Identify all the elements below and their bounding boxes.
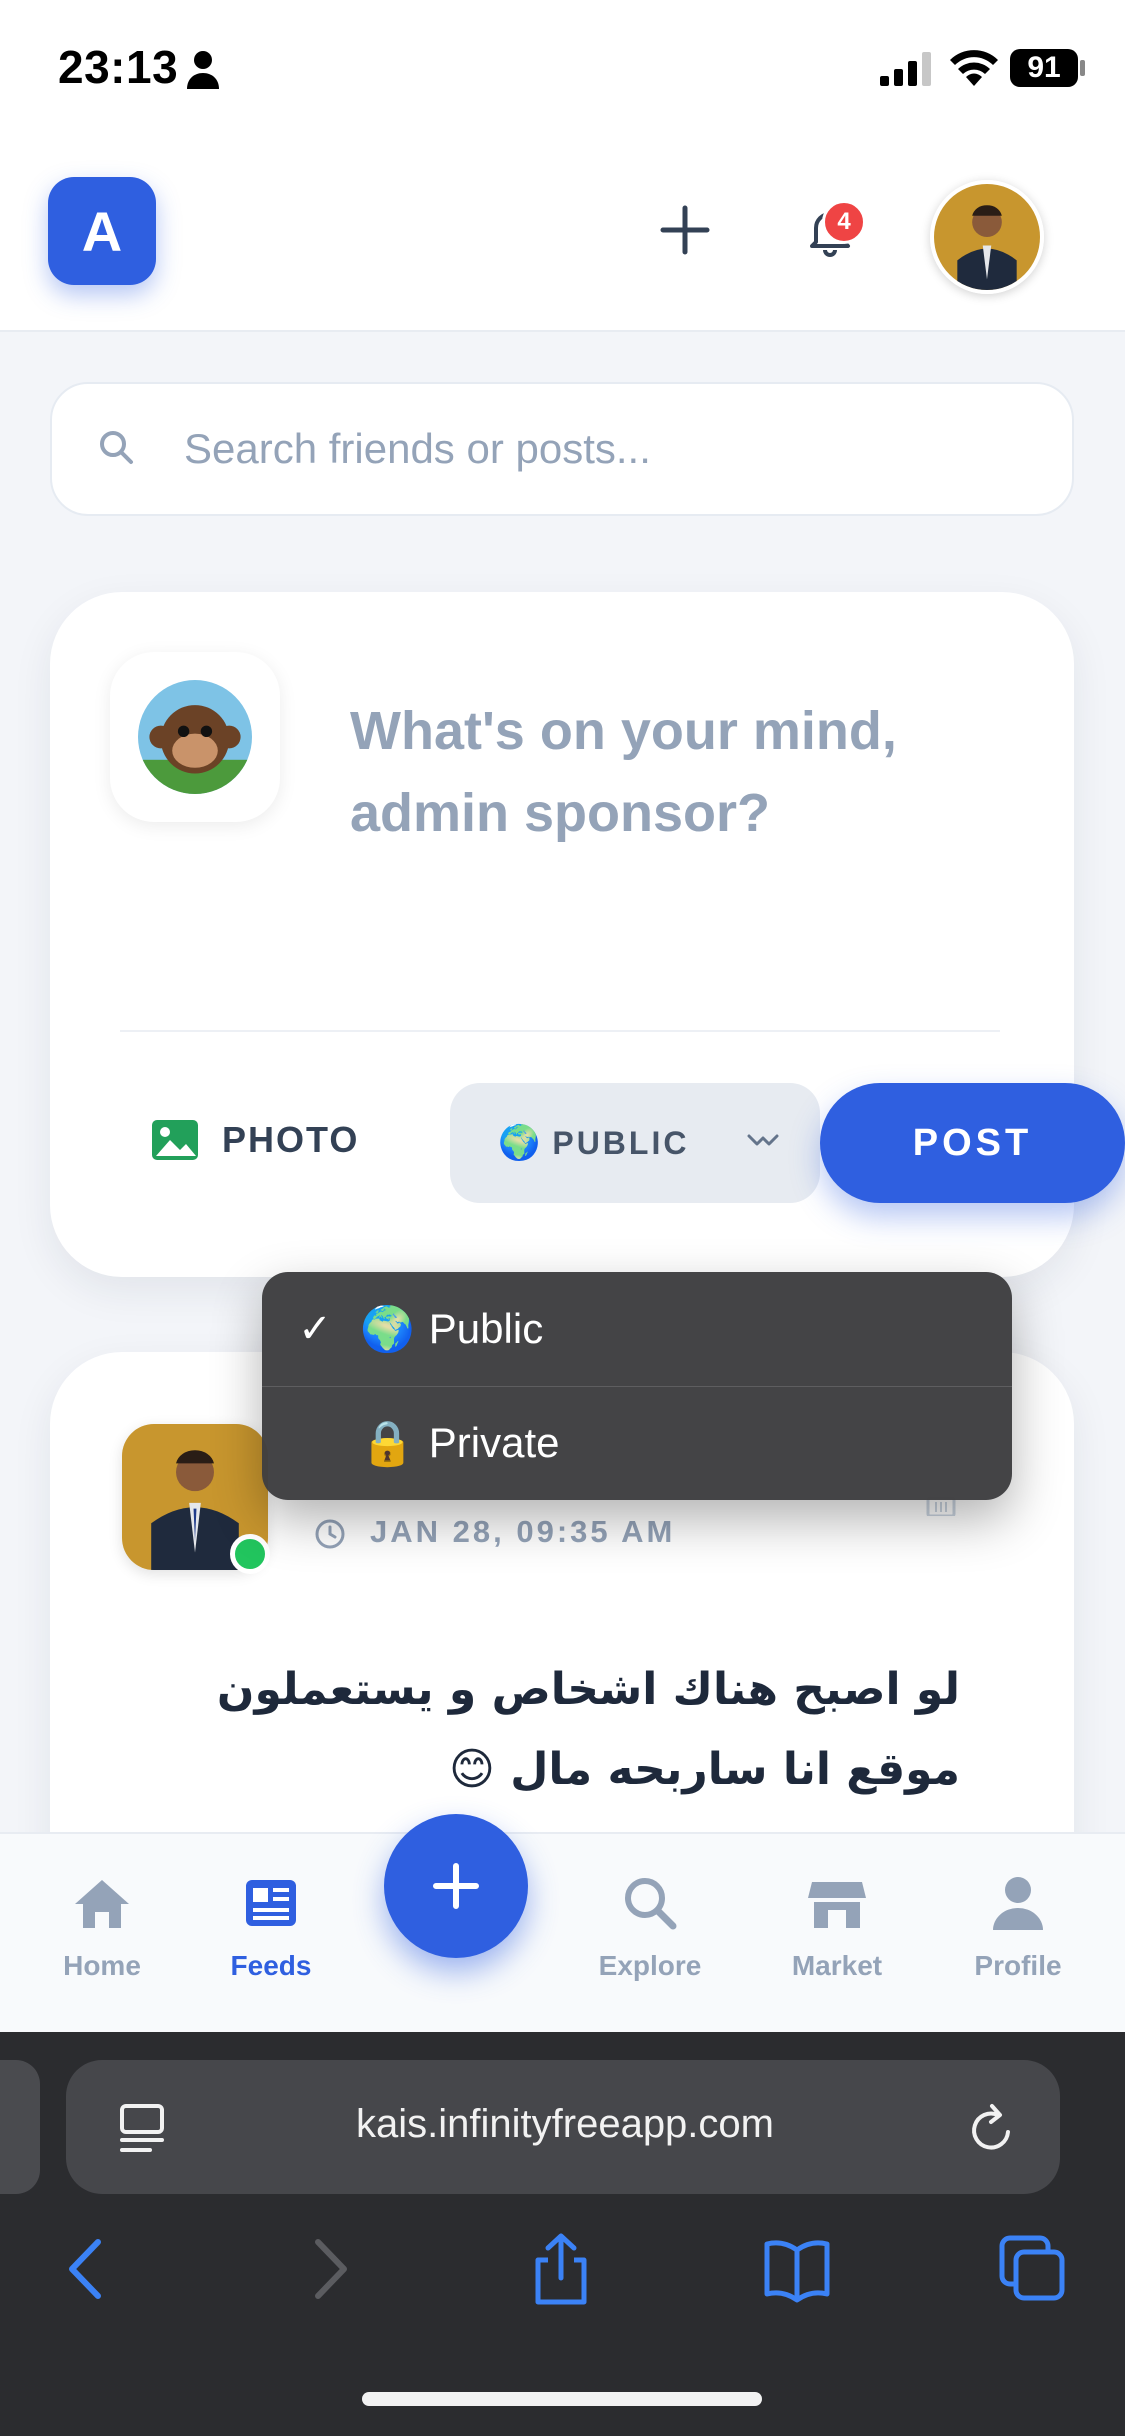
globe-icon: 🌍	[360, 1305, 415, 1354]
privacy-dropdown-menu: ✓ 🌍 Public 🔒 Private	[262, 1272, 1012, 1500]
privacy-label: PUBLIC	[552, 1124, 690, 1161]
nav-label-feeds: Feeds	[230, 1950, 312, 1981]
search-icon	[625, 1878, 677, 1930]
cellular-signal-icon	[880, 52, 931, 86]
photo-label: PHOTO	[222, 1119, 360, 1160]
forward-arrow-icon[interactable]	[294, 2232, 364, 2306]
reload-icon[interactable]	[964, 2098, 1020, 2158]
composer-prompt[interactable]: What's on your mind, admin sponsor?	[350, 690, 1000, 854]
wifi-icon	[950, 50, 998, 86]
clock-icon	[315, 1519, 345, 1549]
notification-badge: 4	[822, 200, 866, 244]
globe-icon: 🌍	[498, 1124, 541, 1162]
status-time: 23:13	[58, 41, 179, 93]
user-avatar[interactable]	[930, 180, 1044, 294]
composer-divider	[120, 1030, 1000, 1032]
share-icon[interactable]	[526, 2232, 596, 2306]
previous-tab-peek[interactable]	[0, 2060, 40, 2194]
post-body-text: لو اصبح هناك اشخاص و يستعملون موقع انا س…	[216, 1664, 960, 1795]
nav-label-market: Market	[791, 1950, 883, 1981]
nav-label-explore: Explore	[598, 1950, 702, 1981]
reader-mode-icon[interactable]	[116, 2100, 168, 2156]
post-timestamp: JAN 28, 09:35 AM	[370, 1514, 676, 1549]
chevron-down-icon[interactable]	[745, 1130, 781, 1154]
back-arrow-icon[interactable]	[52, 2232, 122, 2306]
person-status-icon	[187, 51, 219, 89]
nav-label-home: Home	[63, 1950, 141, 1981]
floating-add-button[interactable]	[384, 1814, 528, 1958]
checkmark-icon: ✓	[298, 1307, 332, 1351]
composer-avatar	[138, 680, 252, 794]
tabs-icon[interactable]	[998, 2232, 1068, 2306]
plus-icon	[433, 1863, 479, 1909]
privacy-option-label: Private	[428, 1419, 560, 1466]
image-icon	[152, 1120, 198, 1160]
home-icon	[75, 1880, 129, 1928]
photo-button[interactable]: PHOTO	[150, 1090, 410, 1190]
bookmarks-icon[interactable]	[762, 2232, 832, 2306]
lock-icon: 🔒	[360, 1419, 415, 1468]
home-indicator	[362, 2392, 762, 2406]
battery-tip	[1080, 60, 1085, 76]
person-icon	[993, 1877, 1043, 1930]
battery-indicator: 91	[1010, 49, 1078, 87]
nav-item-market[interactable]: Market	[757, 1870, 917, 2000]
online-status-dot	[230, 1534, 270, 1574]
privacy-option-label: Public	[428, 1305, 544, 1352]
nav-item-explore[interactable]: Explore	[570, 1870, 730, 2000]
url-text[interactable]: kais.infinityfreeapp.com	[200, 2102, 930, 2147]
nav-item-home[interactable]: Home	[22, 1870, 182, 2000]
search-input[interactable]	[182, 418, 1026, 480]
nav-label-profile: Profile	[974, 1950, 1062, 1981]
privacy-option-public[interactable]: ✓ 🌍 Public	[262, 1272, 1012, 1387]
search-icon	[100, 431, 133, 464]
store-icon	[808, 1882, 866, 1928]
privacy-option-private[interactable]: 🔒 Private	[262, 1386, 1012, 1500]
monkey-avatar-image	[138, 680, 252, 794]
nav-item-feeds[interactable]: Feeds	[191, 1870, 351, 2000]
feeds-icon	[246, 1880, 296, 1926]
create-plus-icon[interactable]	[655, 200, 715, 260]
post-button[interactable]: POST	[820, 1083, 1125, 1203]
nav-item-profile[interactable]: Profile	[938, 1870, 1098, 2000]
avatar-photo	[934, 184, 1040, 290]
app-logo[interactable]: A	[48, 177, 156, 285]
